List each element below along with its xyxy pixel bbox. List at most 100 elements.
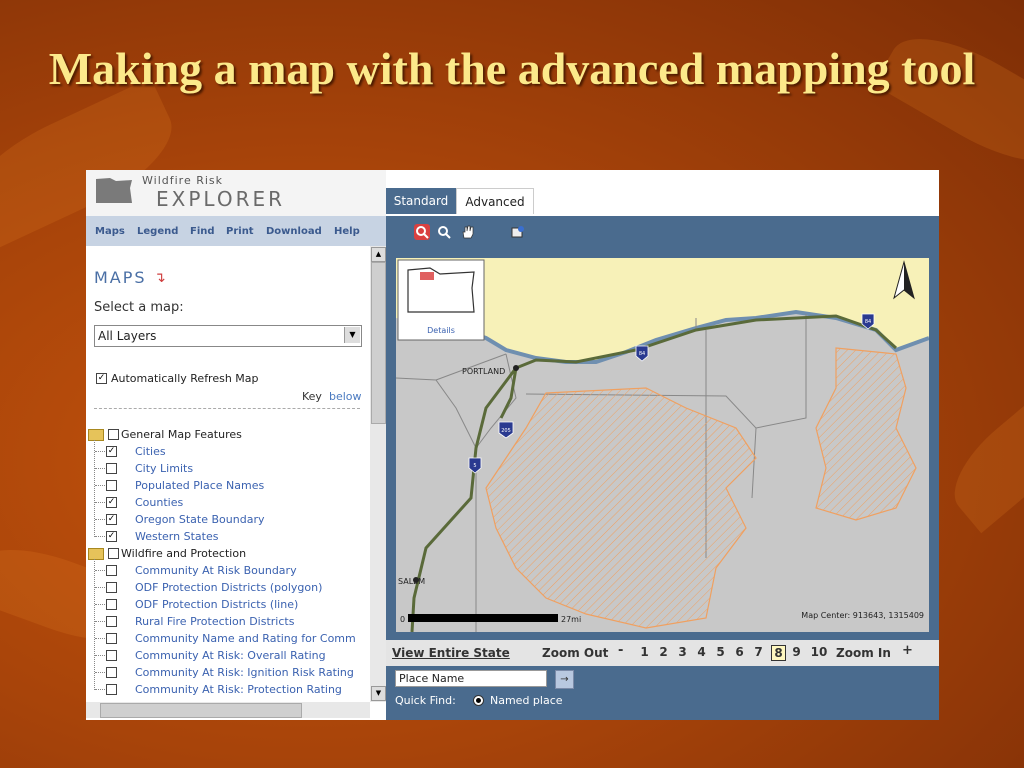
layer-label[interactable]: ODF Protection Districts (polygon): [135, 581, 322, 594]
collapse-arrow-icon[interactable]: ↴: [154, 270, 166, 286]
layer-label[interactable]: Community At Risk: Overall Rating: [135, 649, 326, 662]
layer-label[interactable]: Community At Risk: Ignition Risk Rating: [135, 666, 354, 679]
find-bar: Place Name → Quick Find: Named place: [386, 666, 939, 720]
layer-checkbox[interactable]: [106, 684, 117, 695]
shield-text: 205: [501, 428, 511, 434]
layer-checkbox[interactable]: [106, 463, 117, 474]
zoom-level-4[interactable]: 4: [695, 645, 708, 659]
map-select[interactable]: All Layers ▼: [94, 325, 362, 347]
tree-connector: [95, 485, 105, 486]
layer-checkbox[interactable]: ✓: [106, 497, 117, 508]
tree-connector: [95, 519, 105, 520]
zoom-level-6[interactable]: 6: [733, 645, 746, 659]
city-label-portland: PORTLAND: [462, 367, 505, 376]
layer-label[interactable]: Rural Fire Protection Districts: [135, 615, 294, 628]
zoom-out-minus-button[interactable]: -: [618, 643, 623, 658]
zoom-level-2[interactable]: 2: [657, 645, 670, 659]
auto-refresh-checkbox[interactable]: ✓: [96, 373, 107, 384]
zoom-out-label: Zoom Out: [542, 646, 609, 660]
layer-checkbox[interactable]: [106, 599, 117, 610]
view-entire-state-link[interactable]: View Entire State: [392, 646, 510, 660]
identify-icon[interactable]: [510, 224, 526, 240]
zoom-in-plus-button[interactable]: +: [902, 643, 913, 658]
logo-small-text: Wildfire Risk: [142, 174, 224, 187]
zoom-out-icon[interactable]: [436, 224, 452, 240]
zoom-level-5[interactable]: 5: [714, 645, 727, 659]
menu-item-legend[interactable]: Legend: [137, 226, 178, 237]
layer-checkbox[interactable]: [106, 667, 117, 678]
tree-connector: [95, 604, 105, 605]
pan-hand-icon[interactable]: [460, 224, 476, 240]
layer-checkbox[interactable]: ✓: [106, 531, 117, 542]
tab-standard[interactable]: Standard: [386, 188, 456, 214]
scroll-down-icon[interactable]: ▼: [371, 686, 386, 701]
layer-group-label: Wildfire and Protection: [121, 547, 247, 560]
select-map-label: Select a map:: [94, 300, 184, 315]
menu-item-print[interactable]: Print: [226, 226, 254, 237]
hscroll-thumb[interactable]: [100, 703, 302, 718]
layer-checkbox[interactable]: [106, 565, 117, 576]
zoom-level-8[interactable]: 8: [771, 645, 786, 661]
overview-inset[interactable]: Details: [397, 259, 485, 341]
layer-label[interactable]: Populated Place Names: [135, 479, 264, 492]
tab-advanced[interactable]: Advanced: [456, 188, 534, 214]
scroll-thumb[interactable]: [371, 262, 386, 424]
scale-end: 27mi: [561, 615, 581, 624]
auto-refresh-label: Automatically Refresh Map: [111, 372, 259, 385]
layer-checkbox[interactable]: [106, 633, 117, 644]
group-checkbox[interactable]: [108, 548, 119, 559]
folder-icon[interactable]: [88, 548, 104, 560]
layer-checkbox[interactable]: ✓: [106, 446, 117, 457]
layer-label[interactable]: Oregon State Boundary: [135, 513, 264, 526]
zoom-level-3[interactable]: 3: [676, 645, 689, 659]
layer-label[interactable]: City Limits: [135, 462, 193, 475]
folder-icon[interactable]: [88, 429, 104, 441]
tree-connector: [94, 559, 96, 690]
scale-start: 0: [400, 615, 405, 624]
layer-label[interactable]: Western States: [135, 530, 218, 543]
tree-connector: [94, 440, 96, 537]
tree-connector: [95, 502, 105, 503]
zoom-level-7[interactable]: 7: [752, 645, 765, 659]
layer-checkbox[interactable]: ✓: [106, 514, 117, 525]
layer-checkbox[interactable]: [106, 480, 117, 491]
divider: [94, 408, 360, 409]
find-go-button[interactable]: →: [555, 670, 574, 689]
zoom-level-1[interactable]: 1: [638, 645, 651, 659]
menu-item-help[interactable]: Help: [334, 226, 360, 237]
zoom-level-9[interactable]: 9: [790, 645, 803, 659]
layer-label[interactable]: Community At Risk Boundary: [135, 564, 297, 577]
zoom-in-icon[interactable]: [414, 224, 430, 240]
layer-label[interactable]: Cities: [135, 445, 166, 458]
tree-connector: [95, 689, 105, 690]
menu-item-find[interactable]: Find: [190, 226, 215, 237]
named-place-label: Named place: [490, 694, 563, 707]
layer-checkbox[interactable]: [106, 616, 117, 627]
layer-checkbox[interactable]: [106, 650, 117, 661]
maps-panel: MAPS ↴ Select a map: All Layers ▼ ✓ Auto…: [86, 246, 370, 702]
group-checkbox[interactable]: [108, 429, 119, 440]
chevron-down-icon[interactable]: ▼: [344, 327, 360, 343]
layer-label[interactable]: Community At Risk: Protection Rating: [135, 683, 342, 696]
key-below-link[interactable]: below: [329, 390, 362, 403]
scale-bar: [408, 614, 558, 622]
layer-group-label: General Map Features: [121, 428, 242, 441]
layer-label[interactable]: ODF Protection Districts (line): [135, 598, 298, 611]
scroll-up-icon[interactable]: ▲: [371, 247, 386, 262]
horizontal-scrollbar[interactable]: [86, 702, 370, 718]
layer-label[interactable]: Community Name and Rating for Comm: [135, 632, 356, 645]
map-canvas[interactable]: PORTLAND SALEM 84 84 205 5 Details 0 27m…: [396, 258, 929, 632]
shield-text: 84: [865, 319, 871, 325]
tree-connector: [95, 536, 105, 537]
named-place-radio[interactable]: [473, 695, 484, 706]
zoom-level-10[interactable]: 10: [809, 645, 829, 659]
map-select-value: All Layers: [98, 329, 157, 343]
layer-checkbox[interactable]: [106, 582, 117, 593]
place-name-input[interactable]: Place Name: [395, 670, 547, 687]
layer-label[interactable]: Counties: [135, 496, 183, 509]
menu-item-download[interactable]: Download: [266, 226, 322, 237]
app-screenshot: Wildfire Risk EXPLORER Maps Legend Find …: [86, 170, 939, 720]
overview-details-link[interactable]: Details: [427, 326, 455, 335]
menu-item-maps[interactable]: Maps: [95, 226, 125, 237]
vertical-scrollbar[interactable]: ▲ ▼: [370, 246, 386, 702]
